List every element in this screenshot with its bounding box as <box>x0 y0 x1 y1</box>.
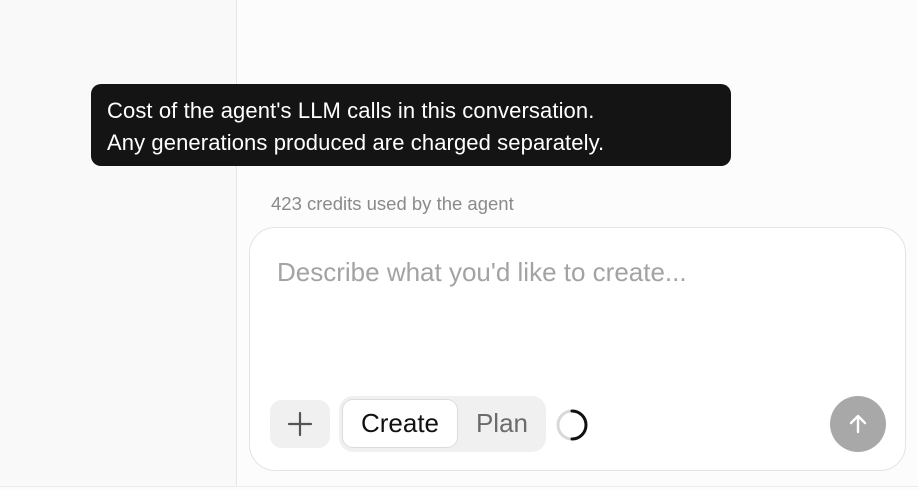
left-panel <box>0 0 237 486</box>
credits-tooltip: Cost of the agent's LLM calls in this co… <box>91 84 731 166</box>
spinner-icon <box>556 409 588 441</box>
arrow-up-icon <box>849 414 867 434</box>
app-window: Cost of the agent's LLM calls in this co… <box>0 0 918 490</box>
send-button[interactable] <box>830 396 886 452</box>
mode-plan-button[interactable]: Plan <box>462 399 542 448</box>
tooltip-line-2: Any generations produced are charged sep… <box>107 130 605 155</box>
prompt-composer: Create Plan <box>249 227 906 471</box>
mode-create-button[interactable]: Create <box>342 399 458 448</box>
prompt-input[interactable] <box>277 252 877 292</box>
bottom-divider <box>0 486 918 490</box>
credits-usage-label[interactable]: 423 credits used by the agent <box>271 193 514 215</box>
add-attachment-button[interactable] <box>270 400 330 448</box>
tooltip-line-1: Cost of the agent's LLM calls in this co… <box>107 98 595 123</box>
mode-toggle: Create Plan <box>339 396 546 452</box>
plus-icon <box>287 411 313 437</box>
